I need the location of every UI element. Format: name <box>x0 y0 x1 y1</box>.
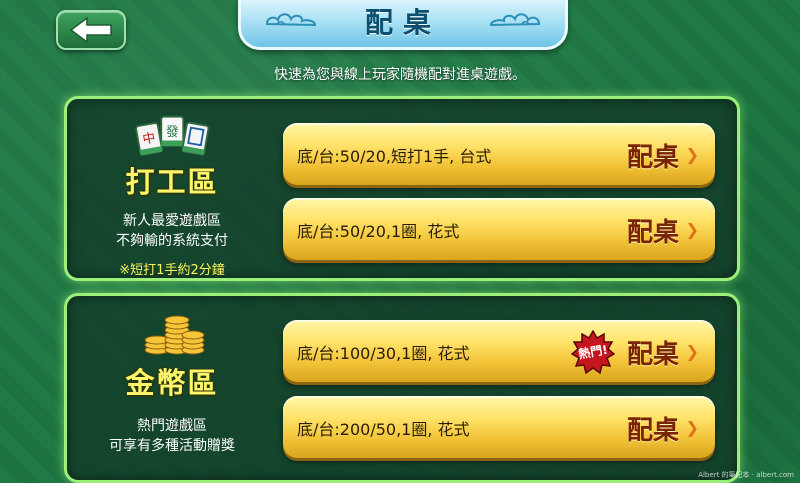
match-button-work-2[interactable]: 底/台:50/20,1圈, 花式 配桌 ❯ <box>283 198 715 260</box>
watermark: Albert 的筆記本 · albert.com <box>698 471 794 479</box>
svg-text:發: 發 <box>166 125 179 140</box>
chevron-right-icon: ❯ <box>685 220 699 239</box>
match-button-work-1[interactable]: 底/台:50/20,短打1手, 台式 配桌 ❯ <box>283 123 715 185</box>
page-subtitle: 快速為您與線上玩家隨機配對進桌遊戲。 <box>274 67 526 83</box>
svg-text:中: 中 <box>141 131 156 148</box>
match-action-label: 配桌 <box>626 218 679 248</box>
match-option-label: 底/台:50/20,短打1手, 台式 <box>297 147 492 166</box>
match-option-label: 底/台:50/20,1圈, 花式 <box>297 222 460 241</box>
cloud-ornament-icon <box>489 13 541 27</box>
match-option-label: 底/台:200/50,1圈, 花式 <box>297 420 470 439</box>
mahjong-tiles-icon: 中 發 <box>134 115 210 156</box>
cloud-ornament-icon <box>265 13 317 27</box>
back-arrow-icon <box>69 17 112 43</box>
page-title: 配桌 <box>364 5 441 39</box>
zone-title: 打工區 <box>125 165 219 199</box>
zone-info: 中 發 打工區 新人最愛遊戲區 不夠輸的系統支付 ※短打1手約2分鐘 <box>67 99 277 278</box>
chevron-right-icon: ❯ <box>685 342 699 361</box>
match-action-label: 配桌 <box>626 416 679 446</box>
zone-title: 金幣區 <box>125 366 219 400</box>
hot-badge: 熱門! <box>570 329 616 375</box>
zone-description: 熱門遊戲區 可享有多種活動贈獎 <box>109 418 235 454</box>
back-button[interactable] <box>56 10 126 50</box>
zone-description: 新人最愛遊戲區 不夠輸的系統支付 <box>116 213 228 249</box>
match-button-coin-2[interactable]: 底/台:200/50,1圈, 花式 配桌 ❯ <box>283 396 715 458</box>
match-action-label: 配桌 <box>626 143 679 173</box>
match-option-label: 底/台:100/30,1圈, 花式 <box>297 344 470 363</box>
zone-info: 金幣區 熱門遊戲區 可享有多種活動贈獎 <box>67 296 277 480</box>
gold-coins-icon <box>144 315 205 355</box>
match-button-coin-1[interactable]: 底/台:100/30,1圈, 花式 熱門! 配桌 ❯ <box>283 320 715 382</box>
zone-panel-coin: 金幣區 熱門遊戲區 可享有多種活動贈獎 底/台:100/30,1圈, 花式 熱門… <box>64 293 740 483</box>
zone-panel-work: 中 發 打工區 新人最愛遊戲區 不夠輸的系統支付 ※短打1手約2分鐘 底/台:5… <box>64 96 740 281</box>
zone-note: ※短打1手約2分鐘 <box>119 263 225 278</box>
match-action-label: 配桌 <box>626 340 679 370</box>
title-banner: 配桌 <box>238 0 568 50</box>
chevron-right-icon: ❯ <box>685 145 699 164</box>
chevron-right-icon: ❯ <box>685 418 699 437</box>
